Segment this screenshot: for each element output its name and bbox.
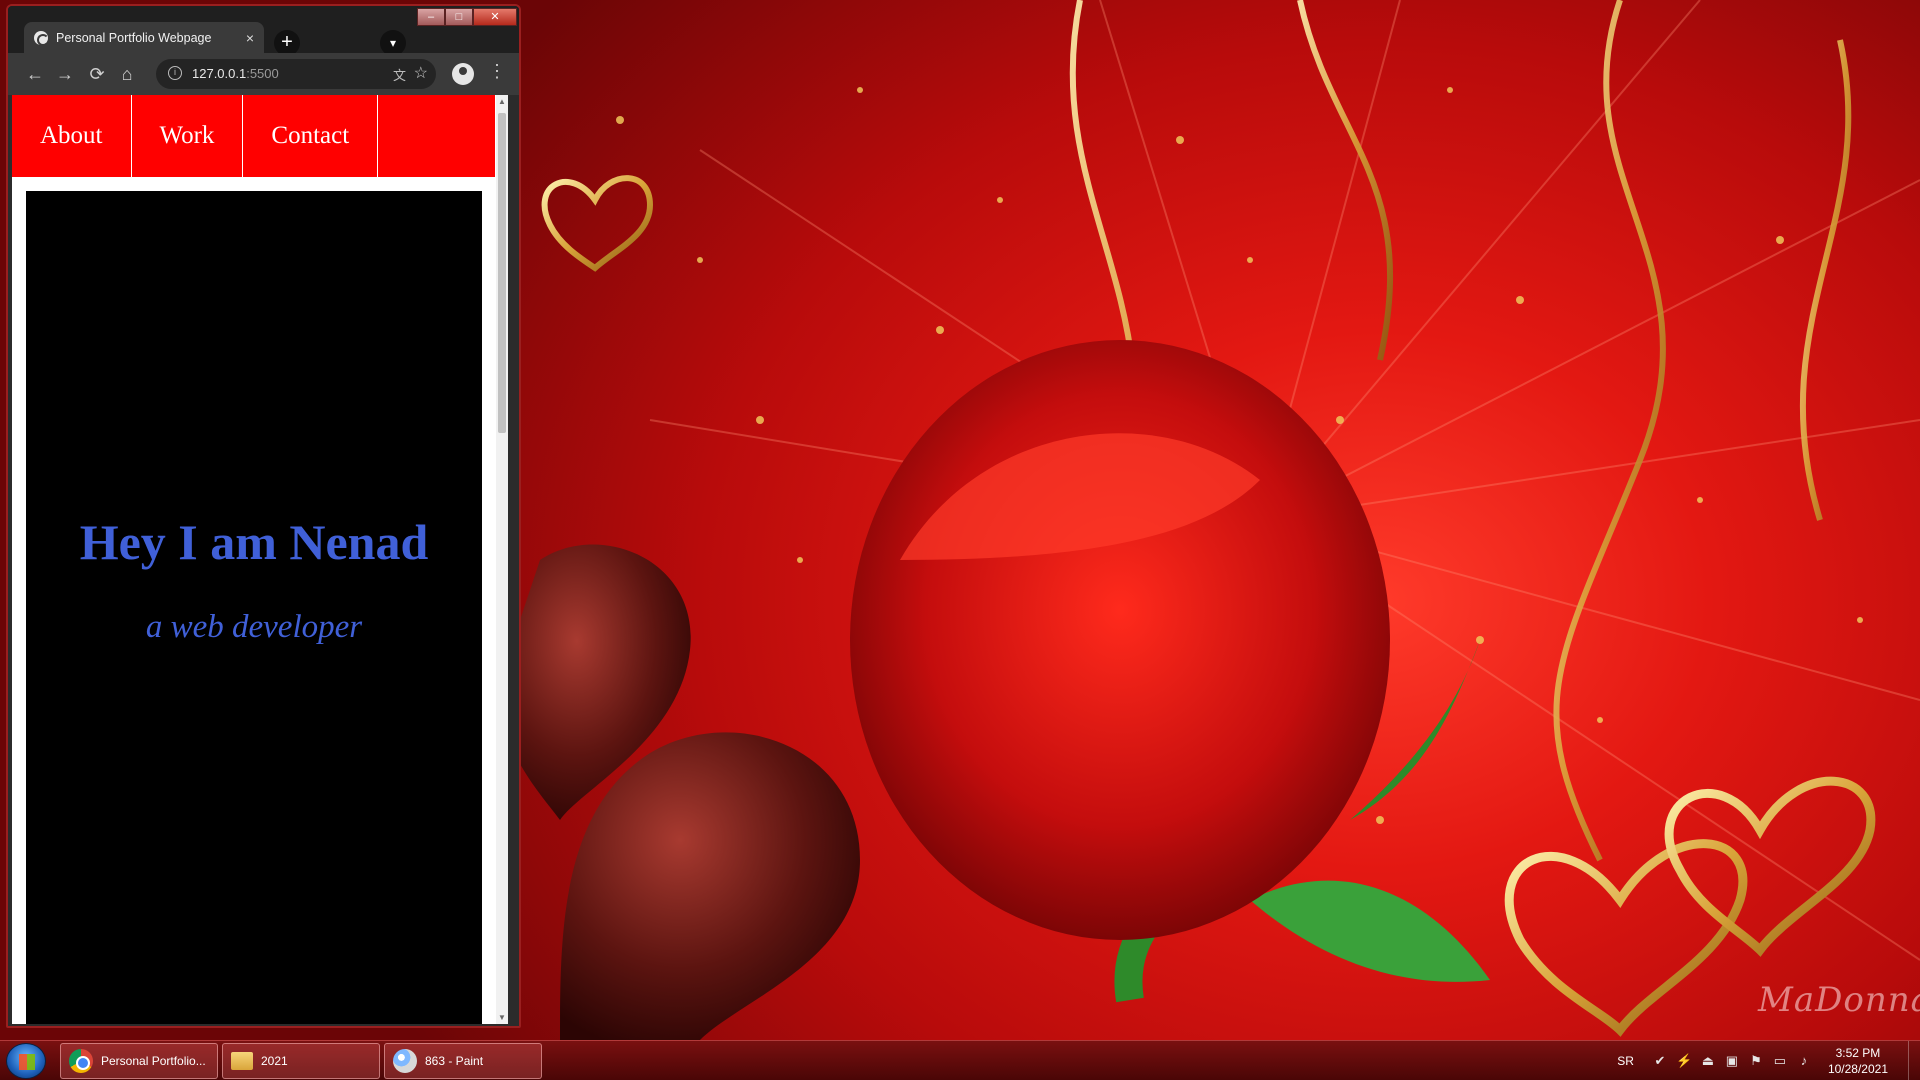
maximize-button[interactable]: □ [445, 8, 473, 26]
scroll-down-icon[interactable]: ▼ [496, 1013, 508, 1022]
browser-titlebar[interactable]: – □ ✕ Personal Portfolio Webpage × + ▾ [8, 6, 519, 56]
clock-time: 3:52 PM [1835, 1046, 1881, 1060]
page-viewport: About Work Contact Hey I am Nenad a web … [12, 95, 508, 1024]
network-icon[interactable]: ⚡ [1676, 1053, 1692, 1069]
browser-menu-icon[interactable]: ⋮ [488, 61, 506, 82]
site-info-icon[interactable]: i [168, 66, 182, 80]
nav-link-work[interactable]: Work [132, 95, 244, 177]
globe-icon [34, 30, 49, 46]
translate-icon[interactable]: 文 [393, 65, 406, 84]
hero-subtitle: a web developer [145, 609, 363, 645]
wallpaper-signature: MaDonna [1758, 980, 1920, 1020]
bookmark-star-icon[interactable]: ☆ [414, 63, 428, 83]
forward-icon[interactable]: → [54, 63, 76, 85]
browser-window[interactable]: – □ ✕ Personal Portfolio Webpage × + ▾ ←… [6, 4, 521, 1028]
site-navbar: About Work Contact [12, 95, 495, 177]
taskbar-item-folder[interactable]: 2021 [222, 1043, 380, 1079]
scroll-up-icon[interactable]: ▲ [496, 97, 508, 106]
paint-icon [393, 1049, 417, 1073]
language-indicator[interactable]: SR [1617, 1054, 1634, 1068]
window-controls: – □ ✕ [417, 8, 517, 26]
url-text[interactable]: 127.0.0.1:5500 [192, 66, 279, 81]
security-icon[interactable]: ✔ [1652, 1053, 1668, 1069]
tab-personal-portfolio[interactable]: Personal Portfolio Webpage × [24, 22, 264, 53]
folder-icon [231, 1052, 253, 1070]
hero-title: Hey I am Nenad [79, 514, 429, 570]
close-window-button[interactable]: ✕ [473, 8, 517, 26]
nav-link-about[interactable]: About [12, 95, 132, 177]
taskbar-item-label: Personal Portfolio... [101, 1054, 206, 1068]
browser-toolbar: ← → ⟳ ⌂ i 127.0.0.1:5500 文 ☆ ⋮ [8, 53, 519, 95]
usb-icon[interactable]: ⏏ [1700, 1053, 1716, 1069]
address-bar[interactable]: i 127.0.0.1:5500 文 ☆ [156, 59, 436, 89]
hero-section: Hey I am Nenad a web developer [26, 191, 482, 1024]
taskbar-clock[interactable]: 3:52 PM 10/28/2021 [1828, 1045, 1888, 1077]
app-tray-icon[interactable]: ▣ [1724, 1053, 1740, 1069]
clock-date: 10/28/2021 [1827, 1062, 1888, 1076]
nav-link-contact[interactable]: Contact [243, 95, 379, 177]
page-scrollbar[interactable]: ▲ ▼ [496, 95, 508, 1024]
back-icon[interactable]: ← [24, 63, 46, 85]
url-port: :5500 [246, 66, 279, 81]
reload-icon[interactable]: ⟳ [86, 63, 108, 85]
taskbar-item-paint[interactable]: 863 - Paint [384, 1043, 542, 1079]
taskbar-item-label: 863 - Paint [425, 1054, 484, 1068]
profile-avatar-icon[interactable] [452, 63, 474, 85]
volume-icon[interactable]: ♪ [1796, 1053, 1812, 1069]
tab-title: Personal Portfolio Webpage [56, 30, 212, 45]
taskbar: Personal Portfolio... 2021 863 - Paint S… [0, 1040, 1920, 1080]
show-desktop-button[interactable] [1908, 1041, 1920, 1080]
url-host: 127.0.0.1 [192, 66, 247, 81]
scrollbar-thumb[interactable] [498, 113, 506, 433]
taskbar-item-chrome[interactable]: Personal Portfolio... [60, 1043, 218, 1079]
taskbar-item-label: 2021 [261, 1054, 288, 1068]
minimize-button[interactable]: – [417, 8, 445, 26]
monitor-icon[interactable]: ▭ [1772, 1053, 1788, 1069]
close-tab-icon[interactable]: × [246, 30, 254, 46]
flag-icon[interactable]: ⚑ [1748, 1053, 1764, 1069]
home-icon[interactable]: ⌂ [116, 63, 138, 85]
chrome-icon [69, 1049, 93, 1073]
start-button[interactable] [6, 1043, 46, 1079]
system-tray: SR ✔ ⚡ ⏏ ▣ ⚑ ▭ ♪ 3:52 PM 10/28/2021 [1617, 1041, 1920, 1080]
